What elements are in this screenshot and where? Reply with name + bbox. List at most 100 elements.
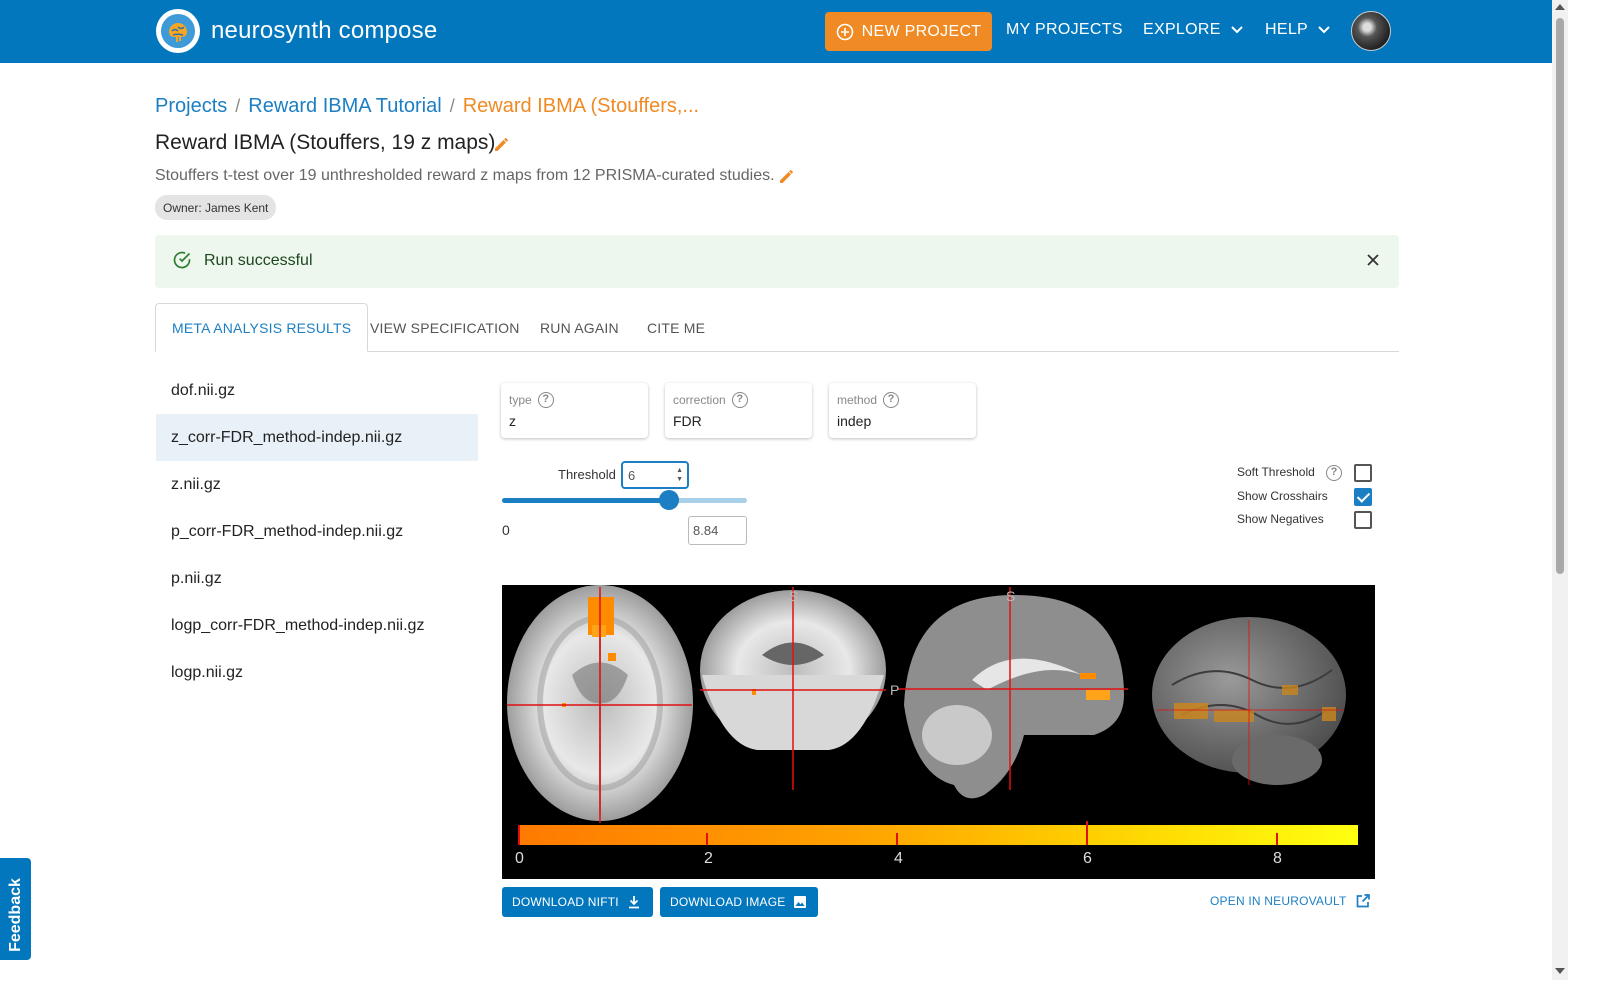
sagittal-slice[interactable] — [904, 595, 1124, 799]
breadcrumb-separator: / — [449, 96, 455, 116]
explore-menu[interactable]: EXPLORE — [1143, 21, 1243, 39]
orientation-label: S — [789, 588, 798, 604]
scroll-down-arrow-icon[interactable] — [1555, 968, 1565, 974]
explore-label: EXPLORE — [1143, 21, 1221, 38]
file-list-item[interactable]: logp.nii.gz — [156, 649, 478, 696]
external-link-icon — [1356, 894, 1370, 908]
show-negatives-label: Show Negatives — [1237, 512, 1324, 526]
success-alert: Run successful — [155, 235, 1399, 288]
help-icon[interactable]: ? — [731, 392, 748, 408]
close-icon[interactable] — [1366, 251, 1380, 271]
tab-view-specification[interactable]: VIEW SPECIFICATION — [354, 303, 536, 352]
method-field: method? indep — [829, 383, 976, 438]
slider-min-value: 0 — [502, 522, 510, 538]
breadcrumb-current: Reward IBMA (Stouffers,... — [462, 95, 700, 117]
method-value: indep — [837, 413, 872, 429]
help-icon[interactable]: ? — [883, 392, 900, 408]
slider-max-input[interactable]: 8.84 — [688, 516, 747, 545]
colorbar-tick: 4 — [894, 850, 903, 867]
scroll-up-arrow-icon[interactable] — [1555, 4, 1565, 10]
breadcrumb-projects[interactable]: Projects — [155, 95, 227, 118]
type-value: z — [509, 413, 516, 429]
correction-value: FDR — [673, 413, 702, 429]
orientation-label: S — [1006, 588, 1015, 604]
soft-threshold-checkbox[interactable] — [1354, 464, 1372, 482]
threshold-label: Threshold — [558, 467, 616, 482]
file-list-item[interactable]: p_corr-FDR_method-indep.nii.gz — [156, 508, 478, 555]
file-list-item[interactable]: z.nii.gz — [156, 461, 478, 508]
alert-message: Run successful — [204, 252, 313, 269]
slider-thumb[interactable] — [658, 490, 679, 510]
edit-title-pencil-icon[interactable] — [492, 135, 510, 158]
threshold-value: 6 — [628, 467, 636, 483]
file-list-item[interactable]: p.nii.gz — [156, 555, 478, 602]
new-project-label: NEW PROJECT — [861, 22, 982, 40]
download-image-label: DOWNLOAD IMAGE — [670, 895, 786, 909]
help-label: HELP — [1265, 21, 1308, 38]
spinner-arrows-icon[interactable]: ▲ ▼ — [676, 466, 683, 484]
brain-logo-icon — [161, 14, 195, 48]
my-projects-link[interactable]: MY PROJECTS — [1006, 21, 1123, 39]
owner-chip: Owner: James Kent — [155, 195, 277, 220]
show-negatives-option: Show Negatives — [1237, 512, 1324, 526]
download-nifti-button[interactable]: DOWNLOAD NIFTI — [502, 887, 653, 917]
download-icon — [628, 896, 639, 909]
type-label: type — [509, 393, 532, 407]
slider-fill — [502, 498, 669, 503]
add-circle-icon — [836, 23, 853, 40]
method-label: method — [837, 393, 878, 407]
show-crosshairs-label: Show Crosshairs — [1237, 489, 1328, 503]
tab-cite-me[interactable]: CITE ME — [631, 303, 721, 352]
orientation-label: P — [890, 682, 899, 698]
page-description: Stouffers t-test over 19 unthresholded r… — [155, 167, 775, 184]
threshold-slider[interactable] — [502, 490, 747, 510]
soft-threshold-label: Soft Threshold — [1237, 465, 1315, 479]
feedback-tab[interactable]: Feedback — [0, 858, 31, 960]
file-list-item[interactable]: logp_corr-FDR_method-indep.nii.gz — [156, 602, 478, 649]
correction-field: correction? FDR — [665, 383, 812, 438]
help-icon[interactable]: ? — [1326, 465, 1342, 481]
breadcrumb-project[interactable]: Reward IBMA Tutorial — [248, 95, 441, 118]
logo[interactable] — [156, 9, 200, 53]
show-negatives-checkbox[interactable] — [1354, 511, 1372, 529]
download-nifti-label: DOWNLOAD NIFTI — [512, 895, 619, 909]
breadcrumb-separator: / — [235, 96, 241, 116]
image-icon — [794, 896, 807, 908]
tab-meta-analysis-results[interactable]: META ANALYSIS RESULTS — [155, 303, 369, 352]
brain-viewer[interactable]: S S P 0 2 4 6 8 — [502, 585, 1375, 879]
type-field: type? z — [501, 383, 648, 438]
soft-threshold-option: Soft Threshold — [1237, 465, 1315, 479]
show-crosshairs-checkbox[interactable] — [1354, 488, 1372, 506]
file-list-item[interactable]: dof.nii.gz — [156, 367, 478, 414]
my-projects-label: MY PROJECTS — [1006, 21, 1123, 38]
result-file-list: dof.nii.gz z_corr-FDR_method-indep.nii.g… — [156, 367, 478, 696]
show-crosshairs-option: Show Crosshairs — [1237, 489, 1328, 503]
check-circle-icon — [172, 250, 192, 275]
feedback-label: Feedback — [7, 878, 24, 952]
brand-name[interactable]: neurosynth compose — [211, 17, 437, 45]
correction-label: correction — [673, 393, 726, 407]
page-title: Reward IBMA (Stouffers, 19 z maps) — [155, 131, 496, 154]
colorbar-tick: 8 — [1273, 850, 1282, 867]
breadcrumb: Projects / Reward IBMA Tutorial / Reward… — [155, 95, 699, 118]
chevron-down-icon — [1230, 26, 1243, 34]
help-icon[interactable]: ? — [537, 392, 554, 408]
scrollbar-thumb[interactable] — [1556, 18, 1564, 574]
help-menu[interactable]: HELP — [1265, 21, 1330, 39]
threshold-input[interactable]: 6 ▲ ▼ — [621, 461, 689, 489]
user-avatar[interactable] — [1351, 11, 1391, 51]
colorbar-tick: 6 — [1083, 850, 1092, 867]
brain-slices: S S P — [507, 585, 1346, 823]
file-list-item[interactable]: z_corr-FDR_method-indep.nii.gz — [156, 414, 478, 461]
chevron-down-icon — [1318, 26, 1330, 34]
top-app-bar: neurosynth compose NEW PROJECT MY PROJEC… — [0, 0, 1568, 63]
edit-description-pencil-icon[interactable] — [777, 167, 795, 190]
download-image-button[interactable]: DOWNLOAD IMAGE — [660, 887, 818, 917]
colorbar-tick: 0 — [515, 850, 524, 867]
colorbar — [518, 821, 1358, 845]
new-project-button[interactable]: NEW PROJECT — [825, 12, 992, 51]
result-tabs: META ANALYSIS RESULTS VIEW SPECIFICATION… — [155, 303, 1399, 352]
open-in-neurovault-link[interactable]: OPEN IN NEUROVAULT — [1210, 893, 1371, 909]
open-in-neurovault-label: OPEN IN NEUROVAULT — [1210, 894, 1347, 908]
tab-run-again[interactable]: RUN AGAIN — [524, 303, 635, 352]
